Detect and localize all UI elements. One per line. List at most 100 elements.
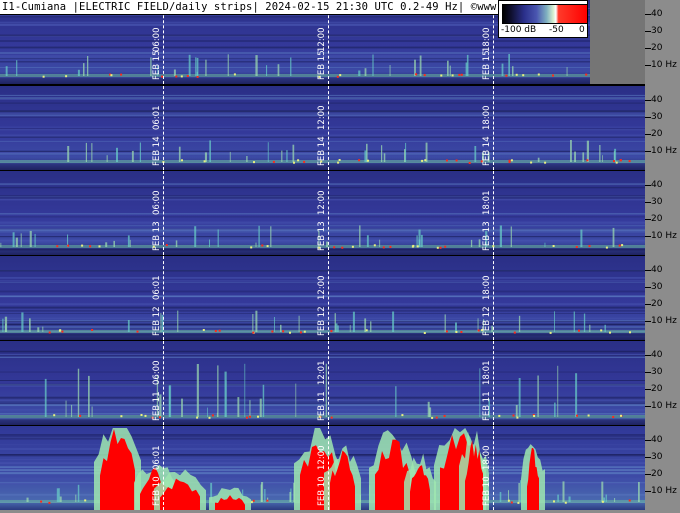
signal-spike (289, 492, 292, 502)
signal-spike (499, 492, 502, 502)
signal-burst (289, 331, 291, 334)
signal-burst (248, 415, 251, 418)
signal-spike (582, 152, 585, 162)
axis-tick-label: 40 (651, 350, 663, 360)
signal-spike (383, 153, 386, 162)
time-marker-line (493, 256, 494, 340)
axis-tick-label: 10 Hz (651, 231, 677, 241)
spectrogram-strip: FEB 11 06:00 FEB 11 12:01 FEB 11 18:01 (0, 341, 645, 425)
signal-spike (604, 324, 606, 332)
strip-date-label: FEB 11 (317, 391, 327, 421)
signal-burst (330, 416, 333, 419)
signal-spike (181, 398, 183, 417)
signal-burst (282, 330, 285, 333)
signal-spike (255, 242, 257, 247)
signal-burst (440, 74, 443, 77)
signal-burst (266, 499, 269, 502)
signal-spike (127, 320, 130, 332)
signal-spike (175, 240, 178, 247)
signal-burst (211, 414, 214, 417)
time-label: 06:00 (152, 27, 162, 53)
signal-burst (253, 161, 255, 164)
strip-date-label: FEB 13 (482, 221, 492, 251)
signal-spike (573, 311, 575, 332)
signal-burst (79, 414, 82, 417)
signal-spike (418, 239, 421, 247)
signal-spike (264, 489, 266, 502)
signal-burst (89, 245, 92, 248)
signal-spike (419, 55, 422, 76)
signal-spike (217, 229, 219, 247)
strip-date-label: FEB 10 (317, 476, 327, 506)
signal-burst (628, 160, 631, 163)
axis-tick-label: 10 Hz (651, 60, 677, 70)
signal-spike (59, 496, 62, 502)
noise-band (0, 186, 645, 189)
signal-spike (568, 496, 571, 502)
signal-burst (423, 74, 426, 77)
signal-spike (518, 483, 520, 502)
signal-spike (244, 363, 246, 417)
signal-spike (420, 234, 423, 247)
signal-burst (516, 416, 519, 419)
signal-spike (85, 142, 87, 162)
signal-burst (460, 331, 463, 333)
signal-burst (333, 246, 336, 249)
signal-burst (339, 74, 342, 77)
signal-spike (188, 54, 191, 76)
signal-burst (266, 245, 269, 248)
signal-spike (259, 398, 262, 417)
signal-spike (255, 310, 258, 332)
color-scale-legend: -100 dB -50 0 (498, 0, 588, 38)
signal-spike (194, 226, 197, 247)
signal-burst (629, 331, 631, 334)
signal-spike (405, 142, 407, 162)
signal-spike (75, 494, 77, 502)
spectrogram-strip: FEB 13 06:00 FEB 13 12:00 FEB 13 18:01 (0, 171, 645, 255)
signal-burst (621, 244, 624, 247)
signal-spike (518, 378, 521, 417)
strip-date-label: FEB 12 (152, 306, 162, 336)
signal-burst (272, 160, 275, 163)
axis-tick-label: 30 (651, 282, 663, 292)
signal-spike (209, 140, 211, 162)
noise-band (0, 183, 645, 186)
signal-burst (458, 73, 461, 76)
strip-date-label: FEB 11 (482, 391, 492, 421)
time-label: 06:00 (152, 360, 162, 386)
signal-burst (615, 161, 618, 164)
noise-band (0, 303, 645, 306)
signal-burst (58, 329, 61, 332)
strip-date-label: FEB 14 (482, 136, 492, 166)
signal-spike (372, 54, 374, 76)
signal-spike (381, 145, 383, 162)
signal-spike (195, 57, 197, 76)
signal-burst (337, 161, 340, 164)
signal-spike (113, 240, 115, 247)
empty-future-area (590, 0, 645, 84)
signal-burst (436, 246, 439, 249)
signal-spike (602, 155, 603, 162)
signal-burst (507, 499, 510, 502)
signal-spike (44, 378, 47, 417)
signal-spike (599, 145, 601, 162)
time-label: 06:01 (152, 105, 162, 131)
signal-burst (510, 501, 513, 504)
signal-spike (298, 315, 300, 332)
signal-spike (557, 494, 559, 502)
strip-date-label: FEB 14 (152, 136, 162, 166)
time-label: 18:00 (482, 27, 492, 53)
signal-burst (303, 160, 306, 163)
signal-spike (139, 142, 141, 162)
signal-burst (330, 330, 333, 333)
signal-burst (252, 499, 255, 502)
signal-spike (416, 235, 418, 247)
time-label: 12:00 (317, 190, 327, 216)
strip-date-label: FEB 12 (317, 306, 327, 336)
strip-date-label: FEB 10 (152, 476, 162, 506)
signal-burst (455, 159, 458, 162)
signal-burst (445, 330, 448, 333)
signal-burst (65, 75, 68, 78)
axis-tick-label: 40 (651, 265, 663, 275)
signal-burst (186, 75, 189, 77)
